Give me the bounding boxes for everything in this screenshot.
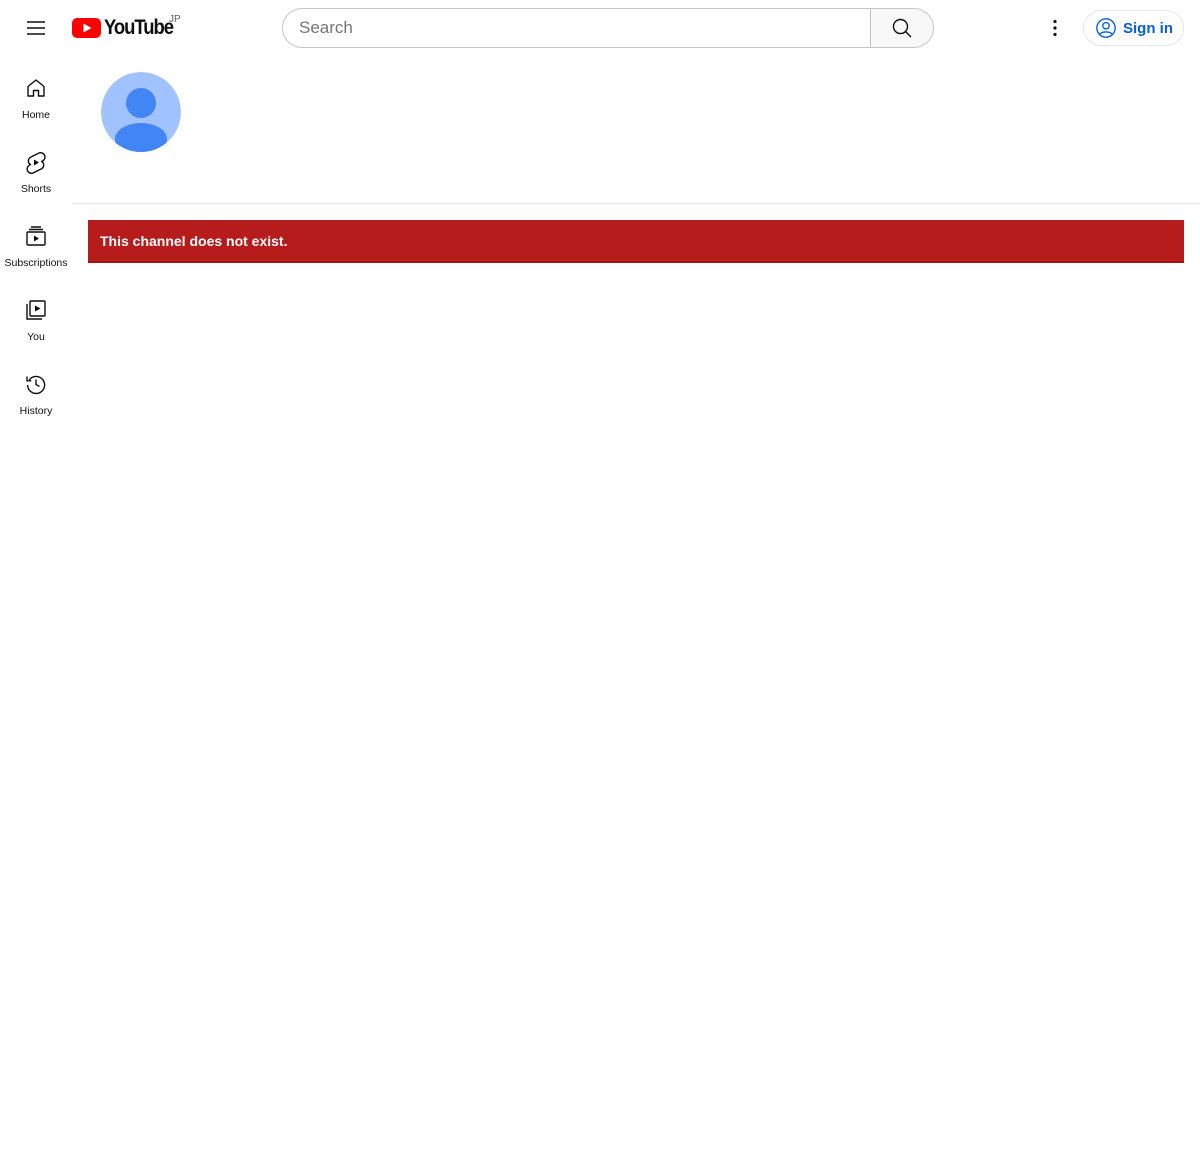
mini-guide: Home Shorts Subscriptions You History xyxy=(0,56,72,426)
default-avatar-icon xyxy=(101,72,181,152)
settings-more-button[interactable] xyxy=(1035,8,1075,48)
guide-item-history[interactable]: History xyxy=(0,352,72,426)
sign-in-button[interactable]: Sign in xyxy=(1083,10,1184,46)
history-icon xyxy=(24,372,48,396)
hamburger-menu-icon xyxy=(27,21,45,35)
sign-in-label: Sign in xyxy=(1123,19,1173,37)
guide-label-you: You xyxy=(27,331,45,343)
guide-item-you[interactable]: You xyxy=(0,278,72,352)
channel-avatar xyxy=(101,72,181,152)
guide-item-home[interactable]: Home xyxy=(0,56,72,130)
channel-header xyxy=(72,56,1200,204)
guide-menu-button[interactable] xyxy=(16,8,56,48)
masthead: YouTube JP Sign in xyxy=(0,0,1200,56)
youtube-play-icon xyxy=(72,18,101,38)
guide-label-shorts: Shorts xyxy=(20,183,52,195)
guide-label-subscriptions: Subscriptions xyxy=(4,257,68,269)
more-vertical-icon xyxy=(1053,19,1057,37)
you-icon xyxy=(24,298,48,322)
search-box[interactable] xyxy=(282,8,871,48)
shorts-icon xyxy=(24,150,48,174)
error-message: This channel does not exist. xyxy=(100,232,288,249)
subscriptions-icon xyxy=(24,224,48,248)
guide-label-home: Home xyxy=(21,109,50,121)
youtube-wordmark: YouTube xyxy=(104,16,174,39)
youtube-logo[interactable]: YouTube xyxy=(72,16,182,40)
guide-label-history: History xyxy=(19,405,53,417)
search-icon xyxy=(892,18,912,38)
guide-item-subscriptions[interactable]: Subscriptions xyxy=(0,204,72,278)
country-code: JP xyxy=(169,14,181,25)
search-button[interactable] xyxy=(870,8,934,48)
home-icon xyxy=(24,76,48,100)
error-banner: This channel does not exist. xyxy=(88,220,1184,263)
guide-item-shorts[interactable]: Shorts xyxy=(0,130,72,204)
account-circle-icon xyxy=(1096,18,1116,38)
search-input[interactable] xyxy=(299,18,855,38)
